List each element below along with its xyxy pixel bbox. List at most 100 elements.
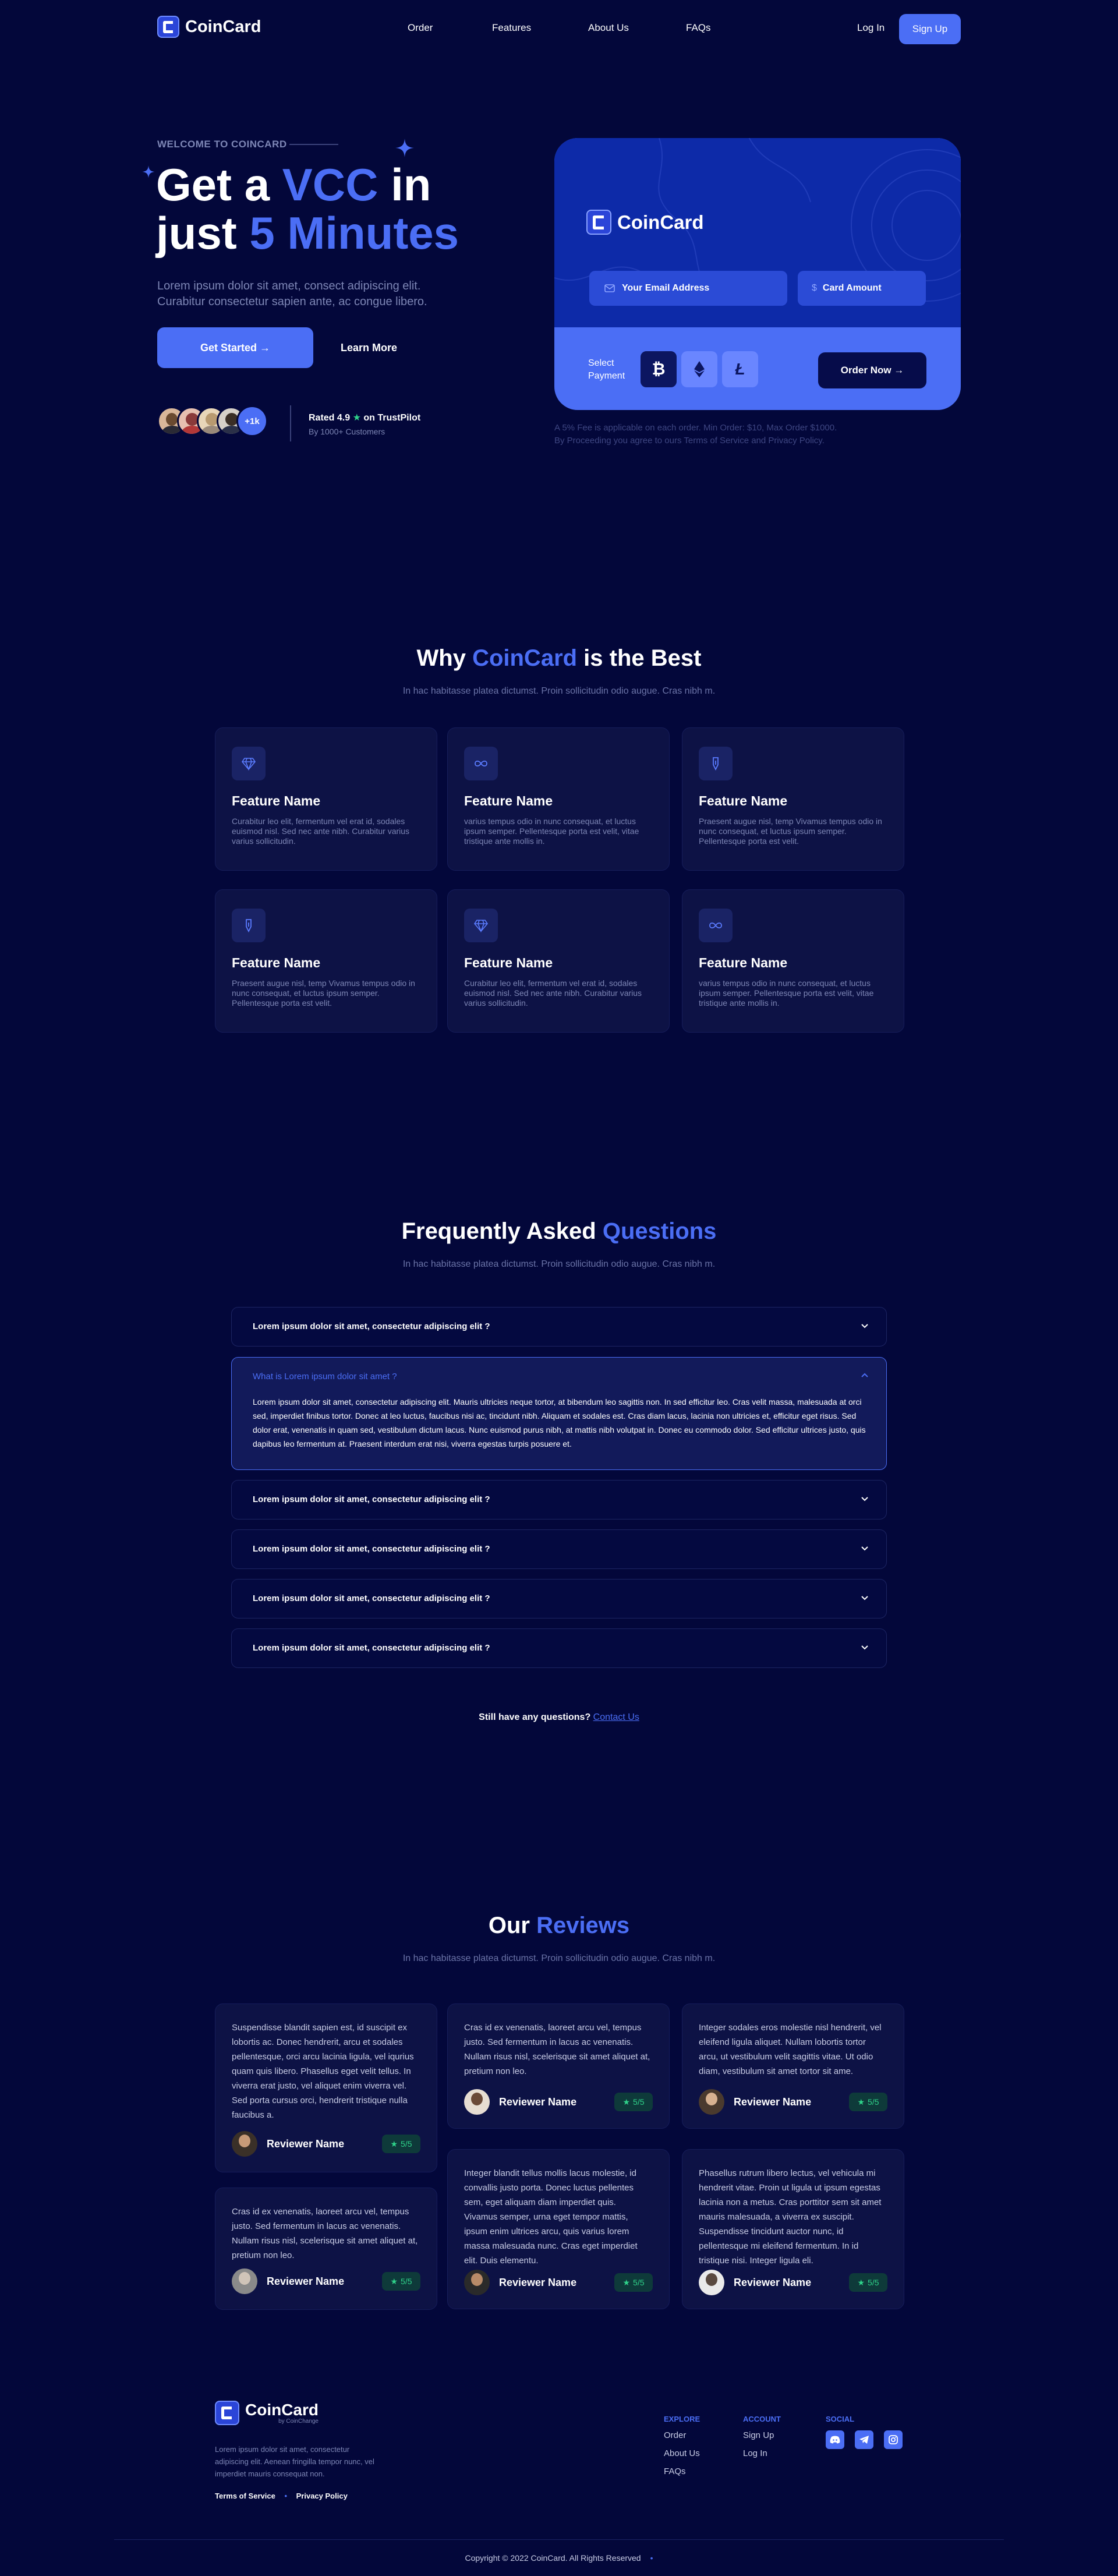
ethereum-option[interactable] (681, 351, 717, 387)
star-icon: ★ (857, 2097, 865, 2107)
infinity-icon (699, 909, 733, 942)
nav-faqs[interactable]: FAQs (686, 22, 711, 34)
hero-eyebrow: WELCOME TO COINCARD (157, 139, 338, 150)
avatar-more-badge: +1k (236, 405, 268, 437)
review-card: Cras id ex venenatis, laoreet arcu vel, … (215, 2188, 437, 2310)
email-input[interactable]: Your Email Address (589, 271, 787, 306)
bitcoin-icon: ₿ (652, 360, 666, 378)
chevron-up-icon (861, 1373, 868, 1377)
footer-link-about[interactable]: About Us (664, 2448, 700, 2458)
avatar (699, 2270, 724, 2295)
card-amount-input[interactable]: $ Card Amount (798, 271, 926, 306)
hero-title: Get a VCC in just 5 Minutes (156, 159, 459, 259)
nav-about[interactable]: About Us (588, 22, 629, 34)
review-card: Phasellus rutrum libero lectus, vel vehi… (682, 2149, 904, 2309)
contact-us-link[interactable]: Contact Us (593, 1712, 639, 1722)
star-icon: ★ (622, 2277, 631, 2287)
faq-item[interactable]: Lorem ipsum dolor sit amet, consectetur … (231, 1529, 887, 1569)
litecoin-option[interactable]: Ł (722, 351, 758, 387)
chevron-down-icon (861, 1546, 868, 1551)
logo-icon (215, 2401, 239, 2425)
bitcoin-option[interactable]: ₿ (641, 351, 677, 387)
customer-avatars: +1k (157, 405, 274, 438)
faq-item[interactable]: Lorem ipsum dolor sit amet, consectetur … (231, 1307, 887, 1347)
pen-icon (699, 747, 733, 780)
faq-title: Frequently Asked Questions (401, 1218, 717, 1244)
login-link[interactable]: Log In (857, 22, 885, 34)
rating-badge: ★ 5/5 (849, 2093, 887, 2111)
why-title: Why CoinCard is the Best (416, 645, 702, 671)
feature-card: Feature Name Praesent augue nisl, temp Vi… (215, 889, 437, 1033)
dollar-icon: $ (812, 283, 817, 293)
footer-link-order[interactable]: Order (664, 2430, 700, 2440)
avatar (464, 2270, 490, 2295)
footer-link-login[interactable]: Log In (743, 2448, 781, 2458)
nav-features[interactable]: Features (492, 22, 531, 34)
footer-link-faqs[interactable]: FAQs (664, 2467, 700, 2476)
infinity-icon (464, 747, 498, 780)
faq-item[interactable]: Lorem ipsum dolor sit amet, consectetur … (231, 1628, 887, 1668)
footer-social: SOCIAL (826, 2415, 903, 2449)
reviews-subtitle: In hac habitasse platea dictumst. Proin … (402, 1953, 716, 1963)
litecoin-icon: Ł (735, 360, 745, 378)
star-icon: ★ (622, 2097, 631, 2107)
logo-icon (586, 210, 611, 235)
order-now-button[interactable]: Order Now → (818, 352, 926, 388)
still-questions: Still have any questions? Contact Us (479, 1712, 639, 1722)
faq-item[interactable]: Lorem ipsum dolor sit amet, consectetur … (231, 1480, 887, 1520)
why-subtitle: In hac habitasse platea dictumst. Proin … (402, 686, 716, 696)
chevron-down-icon (861, 1645, 868, 1650)
footer-explore: EXPLORE Order About Us FAQs (664, 2415, 700, 2476)
star-icon: ★ (390, 2139, 398, 2149)
mail-icon (604, 284, 615, 292)
copyright: Copyright © 2022 CoinCard. All Rights Re… (465, 2553, 653, 2563)
chevron-down-icon (861, 1497, 868, 1501)
faq-item[interactable]: Lorem ipsum dolor sit amet, consectetur … (231, 1579, 887, 1619)
divider (290, 405, 291, 441)
feature-card: Feature Name Curabitur leo elit, fermentu… (447, 889, 670, 1033)
review-card: Integer sodales eros molestie nisl hendr… (682, 2003, 904, 2129)
discord-icon[interactable] (826, 2430, 844, 2449)
get-started-button[interactable]: Get Started → (157, 327, 313, 368)
card-logo: CoinCard (586, 210, 704, 235)
footer-logo[interactable]: CoinCard by CoinChange (215, 2401, 319, 2425)
avatar (464, 2089, 490, 2115)
diamond-icon (464, 909, 498, 942)
select-payment-label: Select Payment (588, 358, 625, 381)
footer-account: ACCOUNT Sign Up Log In (743, 2415, 781, 2458)
learn-more-link[interactable]: Learn More (341, 342, 397, 354)
ethereum-icon (694, 361, 705, 377)
faq-answer: Lorem ipsum dolor sit amet, consectetur … (253, 1397, 866, 1448)
hero-description: Lorem ipsum dolor sit amet, consect adip… (157, 280, 427, 308)
review-card: Suspendisse blandit sapien est, id susci… (215, 2003, 437, 2172)
footer-link-signup[interactable]: Sign Up (743, 2430, 781, 2440)
star-icon: ★ (857, 2277, 865, 2287)
chevron-down-icon (861, 1596, 868, 1600)
review-card: Cras id ex venenatis, laoreet arcu vel, … (447, 2003, 670, 2129)
instagram-icon[interactable] (884, 2430, 903, 2449)
rating-badge: ★ 5/5 (614, 2093, 653, 2111)
avatar (699, 2089, 724, 2115)
chevron-down-icon (861, 1324, 868, 1328)
order-notes: A 5% Fee is applicable on each order. Mi… (554, 423, 837, 446)
feature-card: Feature Name varius tempus odio in nunc c… (447, 727, 670, 871)
rating-badge: ★ 5/5 (614, 2273, 653, 2292)
telegram-icon[interactable] (855, 2430, 873, 2449)
rating-badge: ★ 5/5 (382, 2272, 420, 2291)
faq-item-open[interactable]: What is Lorem ipsum dolor sit amet ? Lor… (231, 1357, 887, 1470)
reviews-title: Our Reviews (488, 1913, 630, 1938)
signup-button[interactable]: Sign Up (899, 14, 961, 44)
footer-divider (114, 2539, 1004, 2540)
sparkle-small-icon (142, 165, 155, 178)
footer-legal: Terms of Service • Privacy Policy (215, 2492, 348, 2500)
feature-card: Feature Name Curabitur leo elit, fermentu… (215, 727, 437, 871)
page: CoinCard Order Features About Us FAQs Lo… (0, 0, 1118, 2576)
feature-card: Feature Name Praesent augue nisl, temp Vi… (682, 727, 904, 871)
feature-card: Feature Name varius tempus odio in nunc c… (682, 889, 904, 1033)
nav-order[interactable]: Order (408, 22, 433, 34)
avatar (232, 2131, 257, 2157)
sparkle-icon (395, 139, 414, 157)
terms-link[interactable]: Terms of Service (215, 2492, 275, 2500)
rating: Rated 4.9 ★ on TrustPilot By 1000+ Custo… (309, 413, 421, 436)
privacy-link[interactable]: Privacy Policy (296, 2492, 348, 2500)
